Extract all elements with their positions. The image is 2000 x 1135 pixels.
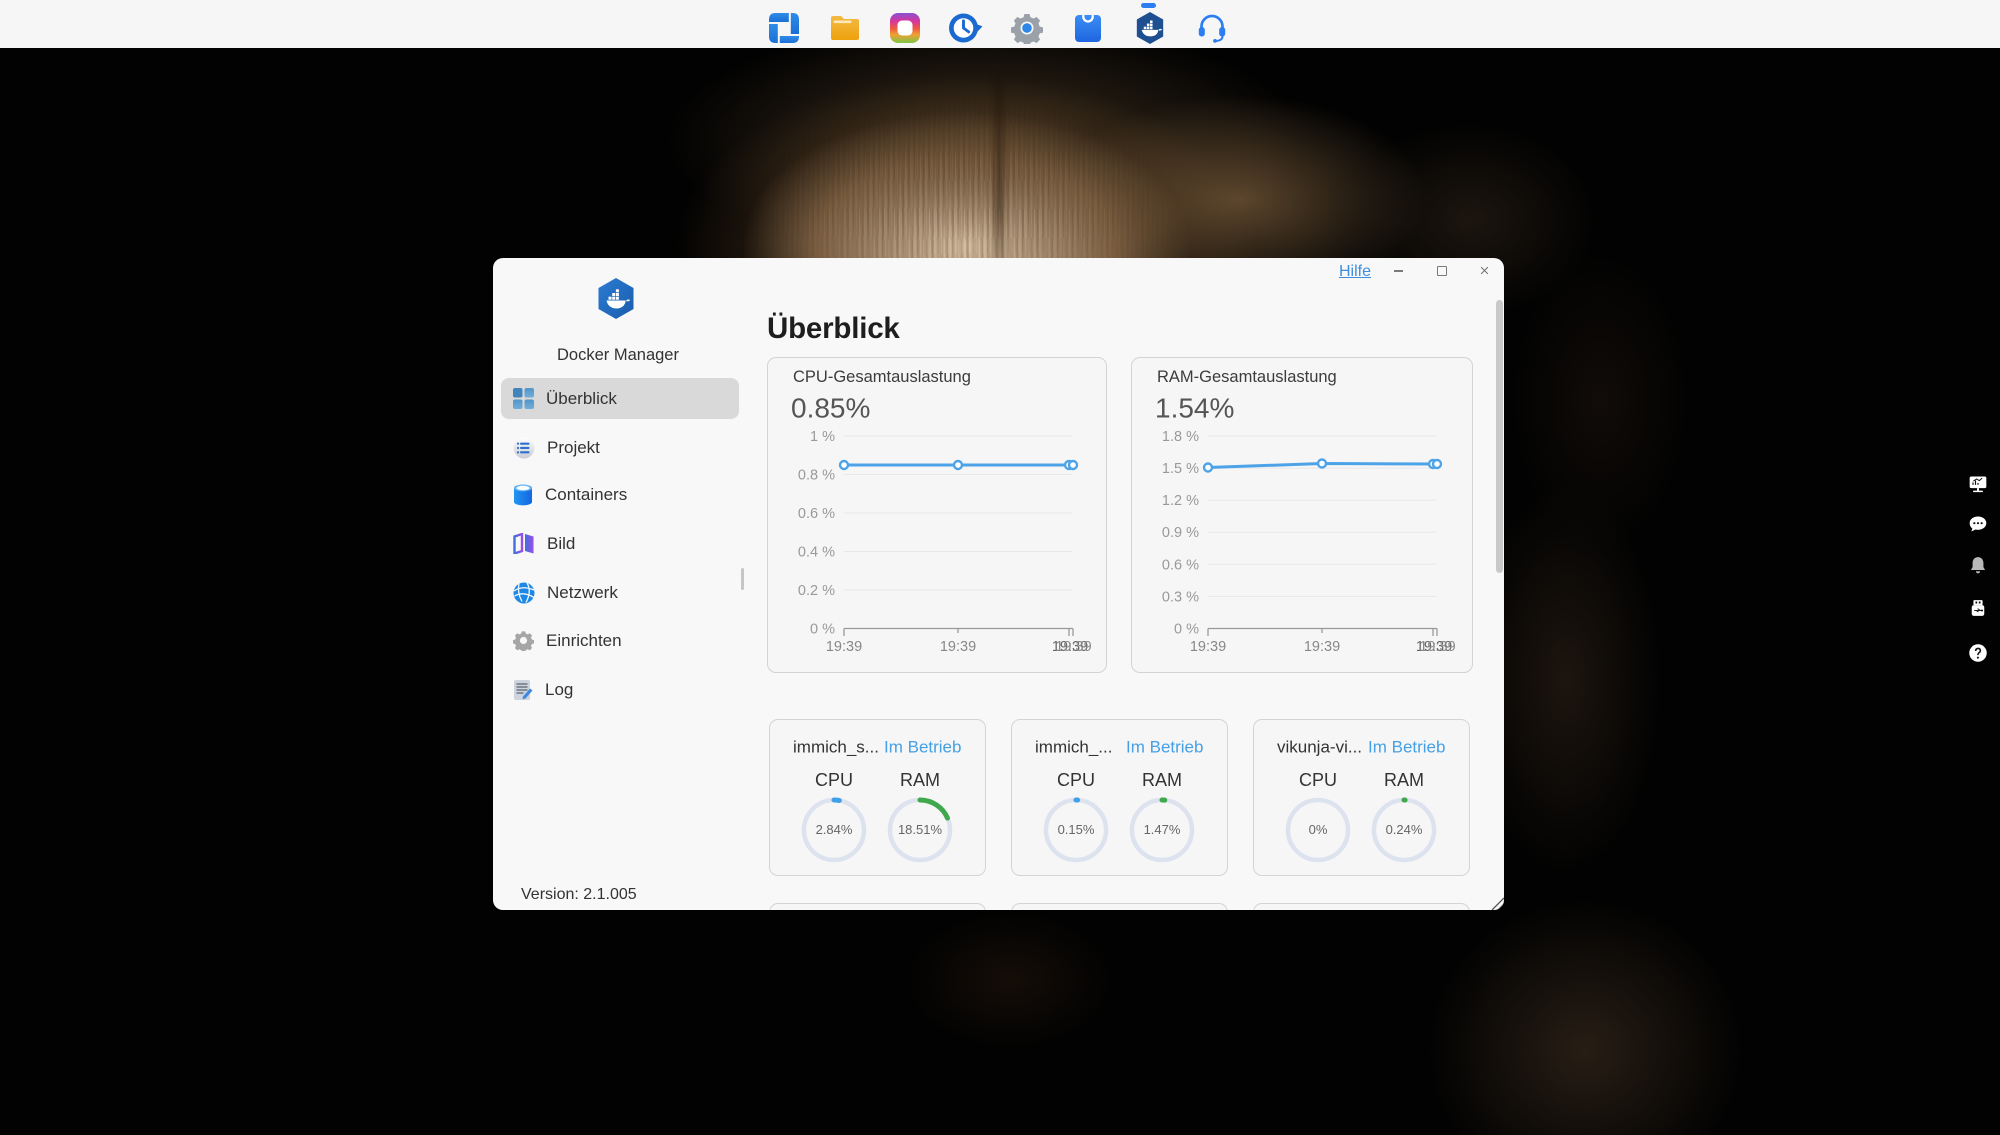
svg-text:0.8 %: 0.8 %	[798, 468, 835, 484]
svg-text:19:39: 19:39	[1055, 639, 1091, 655]
svg-text:immich_s...: immich_s...	[793, 738, 879, 757]
svg-text:1.8 %: 1.8 %	[1162, 429, 1199, 445]
svg-text:0 %: 0 %	[810, 622, 835, 638]
svg-text:CPU: CPU	[1299, 770, 1337, 790]
svg-text:1.2 %: 1.2 %	[1162, 493, 1199, 509]
svg-text:2.84%: 2.84%	[816, 822, 853, 837]
svg-text:CPU-Gesamtauslastung: CPU-Gesamtauslastung	[793, 368, 971, 386]
svg-text:0.9 %: 0.9 %	[1162, 525, 1199, 541]
svg-text:Im Betrieb: Im Betrieb	[884, 738, 961, 757]
svg-text:1.5 %: 1.5 %	[1162, 461, 1199, 477]
svg-text:1 %: 1 %	[810, 429, 835, 445]
svg-text:0.15%: 0.15%	[1058, 822, 1095, 837]
svg-text:0.6 %: 0.6 %	[798, 506, 835, 522]
svg-text:0.2 %: 0.2 %	[798, 583, 835, 599]
svg-text:RAM: RAM	[1384, 770, 1424, 790]
svg-text:vikunja-vi...: vikunja-vi...	[1277, 738, 1362, 757]
svg-text:1.54%: 1.54%	[1155, 393, 1234, 424]
svg-text:0.6 %: 0.6 %	[1162, 557, 1199, 573]
svg-text:0.85%: 0.85%	[791, 393, 870, 424]
svg-text:RAM: RAM	[1142, 770, 1182, 790]
svg-text:0.24%: 0.24%	[1386, 822, 1423, 837]
svg-text:immich_...: immich_...	[1035, 738, 1112, 757]
svg-text:18.51%: 18.51%	[898, 822, 943, 837]
svg-text:RAM: RAM	[900, 770, 940, 790]
svg-text:19:39: 19:39	[1190, 639, 1226, 655]
svg-text:RAM-Gesamtauslastung: RAM-Gesamtauslastung	[1157, 368, 1337, 386]
svg-text:0 %: 0 %	[1174, 622, 1199, 638]
svg-text:Im Betrieb: Im Betrieb	[1126, 738, 1203, 757]
svg-text:19:39: 19:39	[826, 639, 862, 655]
svg-text:19:39: 19:39	[1419, 639, 1455, 655]
svg-text:CPU: CPU	[815, 770, 853, 790]
svg-text:0.4 %: 0.4 %	[798, 545, 835, 561]
svg-text:0%: 0%	[1309, 822, 1328, 837]
svg-text:Im Betrieb: Im Betrieb	[1368, 738, 1445, 757]
svg-text:CPU: CPU	[1057, 770, 1095, 790]
svg-text:19:39: 19:39	[1304, 639, 1340, 655]
svg-text:19:39: 19:39	[940, 639, 976, 655]
svg-text:1.47%: 1.47%	[1144, 822, 1181, 837]
svg-text:0.3 %: 0.3 %	[1162, 589, 1199, 605]
